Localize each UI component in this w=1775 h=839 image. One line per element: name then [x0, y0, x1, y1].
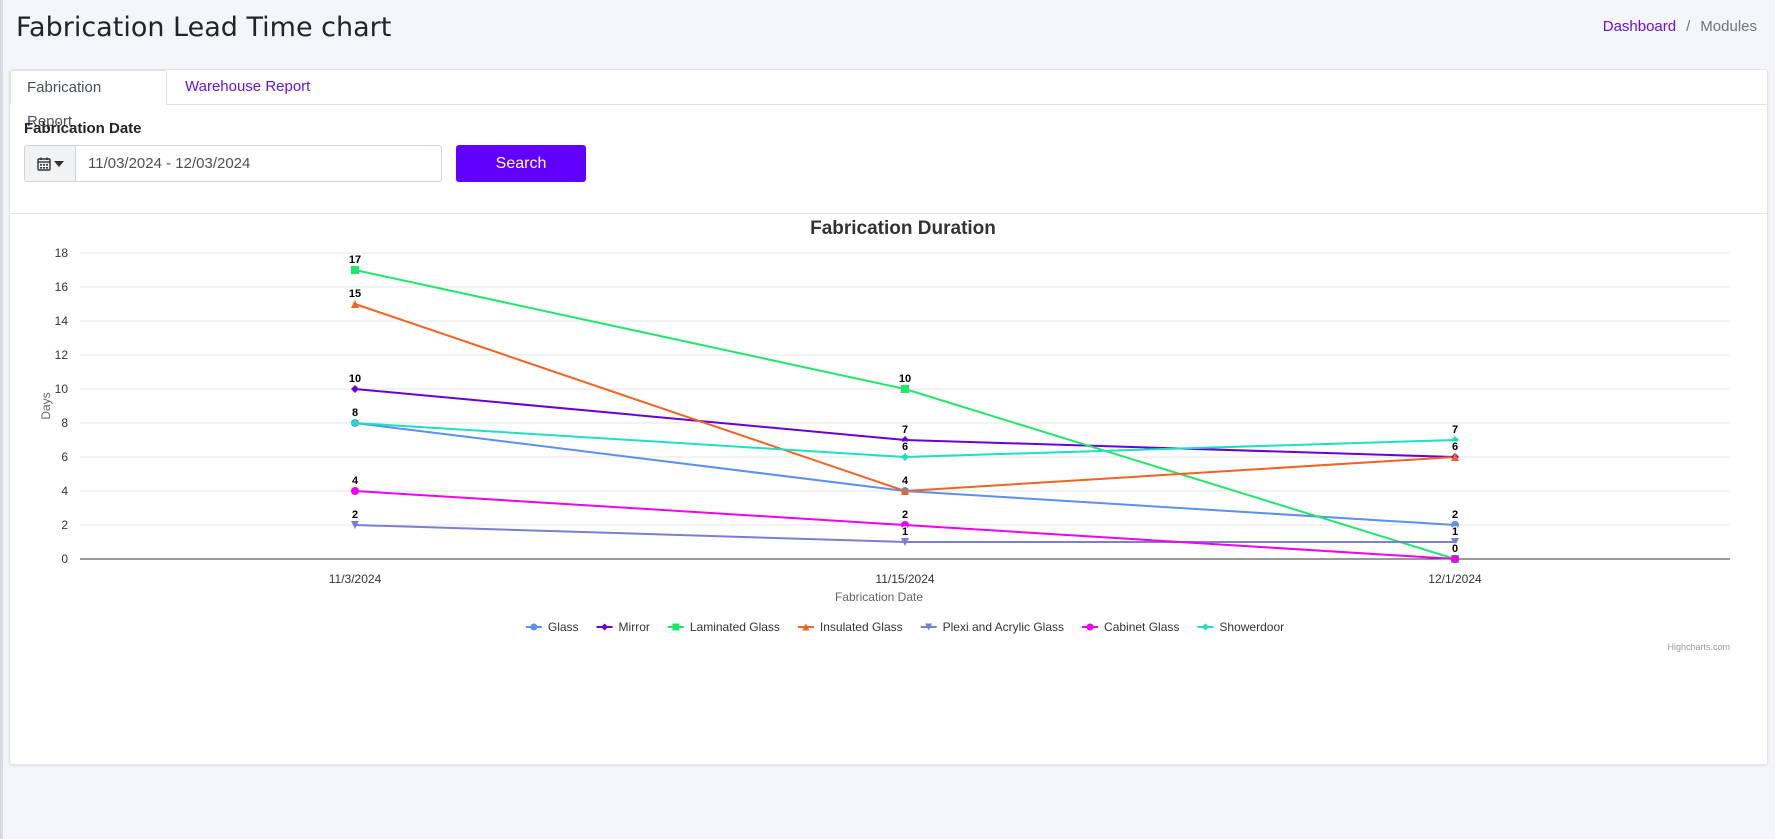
y-tick-label: 18 [55, 246, 69, 260]
data-label: 4 [902, 475, 909, 487]
data-label: 2 [902, 509, 908, 521]
y-tick-label: 2 [61, 518, 68, 532]
legend-item-label: Cabinet Glass [1104, 620, 1179, 634]
x-tick-label: 11/3/2024 [329, 572, 382, 586]
x-tick-label: 12/1/2024 [1428, 572, 1482, 586]
legend-item-marker [530, 623, 538, 631]
data-label: 6 [1452, 441, 1458, 453]
left-edge-strip [0, 0, 3, 839]
data-label: 2 [1452, 509, 1458, 521]
data-label: 15 [349, 288, 361, 300]
data-label: 10 [349, 373, 361, 385]
legend-item-marker [1086, 623, 1094, 631]
data-label: 1 [902, 526, 908, 538]
data-label: 0 [1452, 543, 1458, 555]
y-tick-label: 0 [61, 552, 68, 566]
data-point [901, 453, 909, 461]
legend-item-marker [672, 623, 680, 631]
y-tick-label: 8 [61, 416, 68, 430]
breadcrumb-separator: / [1686, 18, 1691, 35]
y-tick-label: 12 [55, 348, 69, 362]
y-tick-label: 6 [61, 450, 68, 464]
x-axis-title: Fabrication Date [835, 590, 923, 604]
page-title: Fabrication Lead Time chart [16, 12, 392, 43]
data-point [351, 385, 359, 393]
chart-credits: Highcharts.com [1667, 642, 1730, 652]
report-card: Fabrication Report Warehouse Report Fabr… [9, 69, 1768, 765]
y-axis-title: Days [39, 392, 53, 419]
data-label: 8 [352, 407, 358, 419]
legend-item-label: Showerdoor [1219, 620, 1284, 634]
data-point [1451, 555, 1459, 563]
data-point [351, 266, 359, 274]
data-label: 1 [1452, 526, 1458, 538]
y-tick-label: 16 [55, 280, 69, 294]
breadcrumb: Dashboard / Modules [1603, 18, 1757, 35]
legend-item-label: Glass [548, 620, 579, 634]
legend-item-label: Laminated Glass [690, 620, 780, 634]
data-label: 7 [902, 424, 908, 436]
legend-item-label: Mirror [619, 620, 650, 634]
legend-item-marker [601, 623, 609, 631]
data-label: 4 [352, 475, 359, 487]
breadcrumb-current: Modules [1700, 18, 1757, 35]
y-tick-label: 10 [55, 382, 69, 396]
y-tick-label: 14 [55, 314, 69, 328]
y-tick-label: 4 [61, 484, 68, 498]
data-point [901, 385, 909, 393]
data-label: 17 [349, 254, 361, 266]
series-line [354, 303, 1456, 493]
legend-item-label: Insulated Glass [820, 620, 903, 634]
legend-item-label: Plexi and Acrylic Glass [943, 620, 1064, 634]
fabrication-duration-chart: Fabrication Duration024681012141618Days1… [39, 218, 1730, 652]
data-point [351, 487, 359, 495]
data-label: 7 [1452, 424, 1458, 436]
legend-item-marker [1201, 623, 1209, 631]
data-label: 2 [352, 509, 358, 521]
data-label: 10 [899, 373, 911, 385]
x-tick-label: 11/15/2024 [875, 572, 934, 586]
data-label: 6 [902, 441, 908, 453]
breadcrumb-dashboard-link[interactable]: Dashboard [1603, 18, 1676, 35]
chart-title: Fabrication Duration [810, 218, 996, 239]
